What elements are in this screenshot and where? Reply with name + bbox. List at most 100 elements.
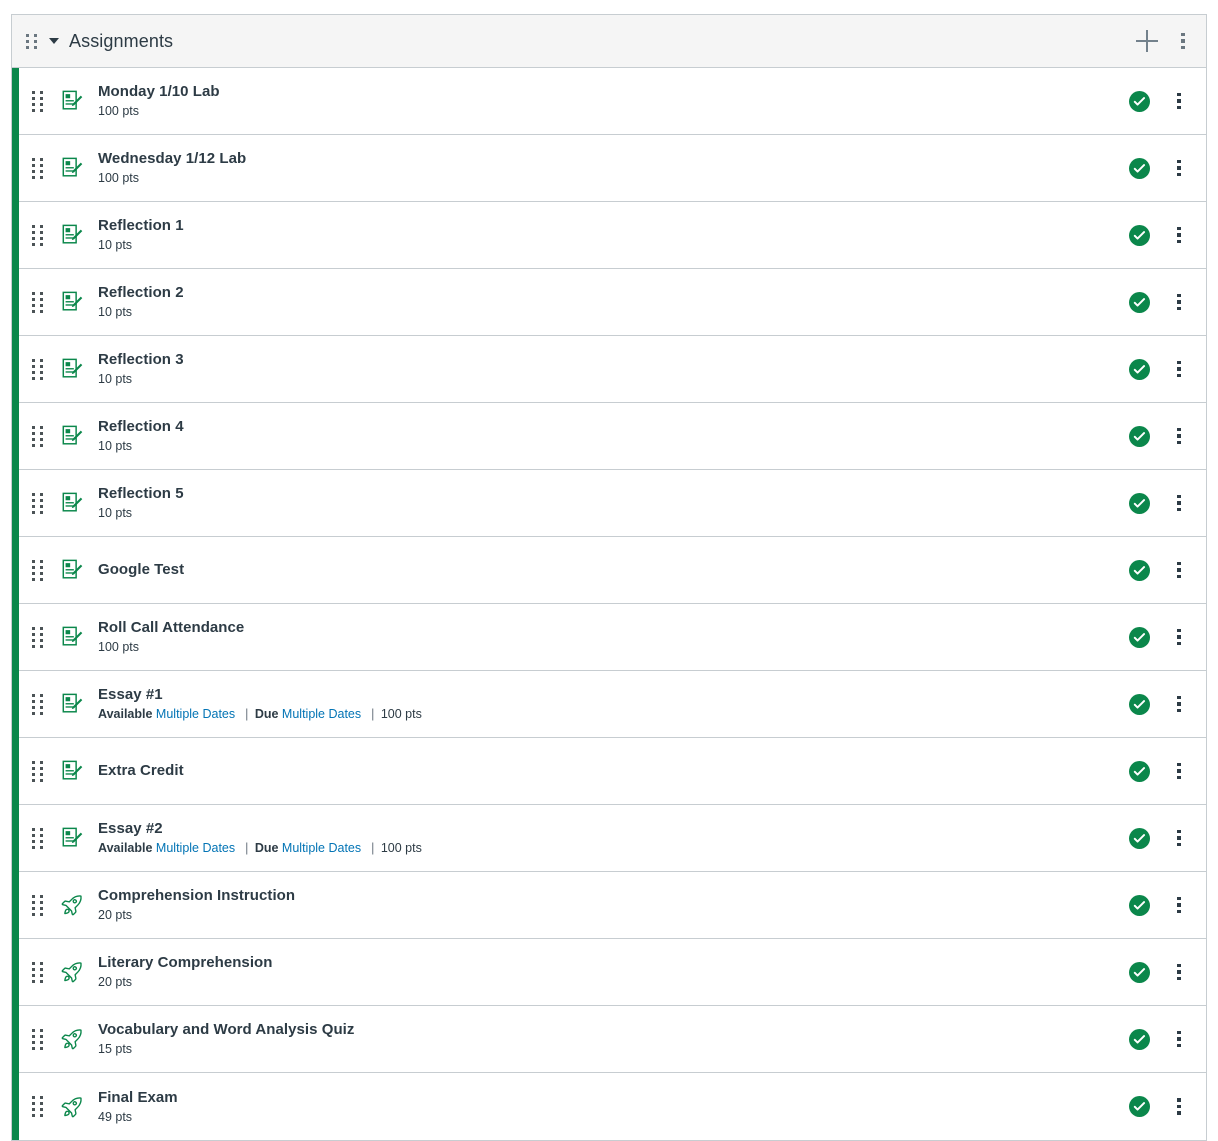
assignment-kebab-menu-button[interactable] (1168, 157, 1190, 179)
assignment-kebab-menu-button[interactable] (1168, 894, 1190, 916)
publish-status-icon[interactable] (1129, 90, 1150, 112)
assignment-row[interactable]: Vocabulary and Word Analysis Quiz 15 pts (19, 1006, 1206, 1073)
assignment-title-link[interactable]: Reflection 4 (98, 418, 1129, 436)
assignment-kebab-menu-button[interactable] (1168, 358, 1190, 380)
drag-handle-icon[interactable] (29, 425, 45, 447)
assignment-row[interactable]: Reflection 1 10 pts (19, 202, 1206, 269)
assignment-kebab-menu-button[interactable] (1168, 760, 1190, 782)
publish-status-icon[interactable] (1129, 961, 1150, 983)
drag-handle-icon[interactable] (29, 894, 45, 916)
assignment-title-link[interactable]: Extra Credit (98, 762, 1129, 780)
drag-handle-icon[interactable] (29, 358, 45, 380)
assignment-title-link[interactable]: Monday 1/10 Lab (98, 83, 1129, 101)
drag-handle-icon[interactable] (29, 492, 45, 514)
assignment-title-link[interactable]: Wednesday 1/12 Lab (98, 150, 1129, 168)
assignment-kebab-menu-button[interactable] (1168, 1096, 1190, 1118)
assignment-icon (60, 491, 84, 515)
assignment-meta: 10 pts (98, 506, 1129, 521)
publish-status-icon[interactable] (1129, 1028, 1150, 1050)
assignment-row[interactable]: Reflection 2 10 pts (19, 269, 1206, 336)
publish-status-icon[interactable] (1129, 827, 1150, 849)
assignment-row[interactable]: Wednesday 1/12 Lab 100 pts (19, 135, 1206, 202)
assignment-row[interactable]: Comprehension Instruction 20 pts (19, 872, 1206, 939)
available-dates-link[interactable]: Multiple Dates (156, 841, 235, 855)
assignment-title-link[interactable]: Reflection 2 (98, 284, 1129, 302)
publish-status-icon[interactable] (1129, 760, 1150, 782)
drag-handle-icon[interactable] (23, 33, 39, 49)
drag-handle-icon[interactable] (29, 90, 45, 112)
assignment-kebab-menu-button[interactable] (1168, 827, 1190, 849)
drag-handle-icon[interactable] (29, 157, 45, 179)
assignment-row[interactable]: Final Exam 49 pts (19, 1073, 1206, 1140)
drag-handle-icon[interactable] (29, 1028, 45, 1050)
assignment-kebab-menu-button[interactable] (1168, 1028, 1190, 1050)
assignment-kebab-menu-button[interactable] (1168, 425, 1190, 447)
assignment-title-link[interactable]: Reflection 1 (98, 217, 1129, 235)
assignment-row[interactable]: Roll Call Attendance 100 pts (19, 604, 1206, 671)
assignment-title-link[interactable]: Reflection 3 (98, 351, 1129, 369)
drag-handle-icon[interactable] (29, 961, 45, 983)
add-assignment-button[interactable] (1136, 30, 1158, 52)
assignment-list: Monday 1/10 Lab 100 pts Wednesday 1/12 Lab… (12, 68, 1206, 1140)
assignment-points: 10 pts (98, 506, 133, 520)
assignment-row[interactable]: Extra Credit (19, 738, 1206, 805)
publish-status-icon[interactable] (1129, 358, 1150, 380)
publish-status-icon[interactable] (1129, 291, 1150, 313)
drag-handle-icon[interactable] (29, 224, 45, 246)
assignment-row[interactable]: Reflection 4 10 pts (19, 403, 1206, 470)
assignment-title-link[interactable]: Essay #2 (98, 820, 1129, 838)
assignment-kebab-menu-button[interactable] (1168, 961, 1190, 983)
publish-status-icon[interactable] (1129, 1096, 1150, 1117)
drag-handle-icon[interactable] (29, 626, 45, 648)
publish-status-icon[interactable] (1129, 157, 1150, 179)
assignment-row[interactable]: Monday 1/10 Lab 100 pts (19, 68, 1206, 135)
assignment-title-link[interactable]: Reflection 5 (98, 485, 1129, 503)
assignment-kebab-menu-button[interactable] (1168, 693, 1190, 715)
assignment-title-link[interactable]: Final Exam (98, 1089, 1129, 1107)
publish-status-icon[interactable] (1129, 425, 1150, 447)
publish-status-icon[interactable] (1129, 693, 1150, 715)
available-label: Available (98, 841, 153, 855)
assignment-group-actions (1136, 30, 1194, 52)
due-dates-link[interactable]: Multiple Dates (282, 841, 361, 855)
assignment-title-link[interactable]: Google Test (98, 561, 1129, 579)
assignment-kebab-menu-button[interactable] (1168, 90, 1190, 112)
due-dates-link[interactable]: Multiple Dates (282, 707, 361, 721)
assignment-icon (60, 424, 84, 448)
publish-status-icon[interactable] (1129, 492, 1150, 514)
assignment-title-link[interactable]: Comprehension Instruction (98, 887, 1129, 905)
chevron-down-icon[interactable] (49, 38, 59, 44)
assignment-row[interactable]: Essay #2 Available Multiple Dates | Due M… (19, 805, 1206, 872)
available-dates-link[interactable]: Multiple Dates (156, 707, 235, 721)
publish-status-icon[interactable] (1129, 224, 1150, 246)
publish-status-icon[interactable] (1129, 626, 1150, 648)
assignment-title-link[interactable]: Essay #1 (98, 686, 1129, 704)
drag-handle-icon[interactable] (29, 760, 45, 782)
assignment-row[interactable]: Reflection 5 10 pts (19, 470, 1206, 537)
assignment-row[interactable]: Literary Comprehension 20 pts (19, 939, 1206, 1006)
assignment-title-link[interactable]: Vocabulary and Word Analysis Quiz (98, 1021, 1129, 1039)
assignment-row-actions (1129, 291, 1194, 313)
assignment-icon (60, 558, 84, 582)
assignment-icon (60, 826, 84, 850)
publish-status-icon[interactable] (1129, 894, 1150, 916)
assignment-kebab-menu-button[interactable] (1168, 626, 1190, 648)
assignment-row[interactable]: Reflection 3 10 pts (19, 336, 1206, 403)
drag-handle-icon[interactable] (29, 1096, 45, 1117)
drag-handle-icon[interactable] (29, 693, 45, 715)
drag-handle-icon[interactable] (29, 291, 45, 313)
drag-handle-icon[interactable] (29, 827, 45, 849)
assignment-kebab-menu-button[interactable] (1168, 492, 1190, 514)
assignment-icon (60, 357, 84, 381)
assignment-kebab-menu-button[interactable] (1168, 224, 1190, 246)
assignment-row[interactable]: Essay #1 Available Multiple Dates | Due M… (19, 671, 1206, 738)
drag-handle-icon[interactable] (29, 559, 45, 581)
assignment-kebab-menu-button[interactable] (1168, 559, 1190, 581)
assignment-title-link[interactable]: Literary Comprehension (98, 954, 1129, 972)
publish-status-icon[interactable] (1129, 559, 1150, 581)
assignment-row[interactable]: Google Test (19, 537, 1206, 604)
group-kebab-menu-button[interactable] (1172, 30, 1194, 52)
assignment-kebab-menu-button[interactable] (1168, 291, 1190, 313)
assignment-icon (60, 692, 84, 716)
assignment-title-link[interactable]: Roll Call Attendance (98, 619, 1129, 637)
